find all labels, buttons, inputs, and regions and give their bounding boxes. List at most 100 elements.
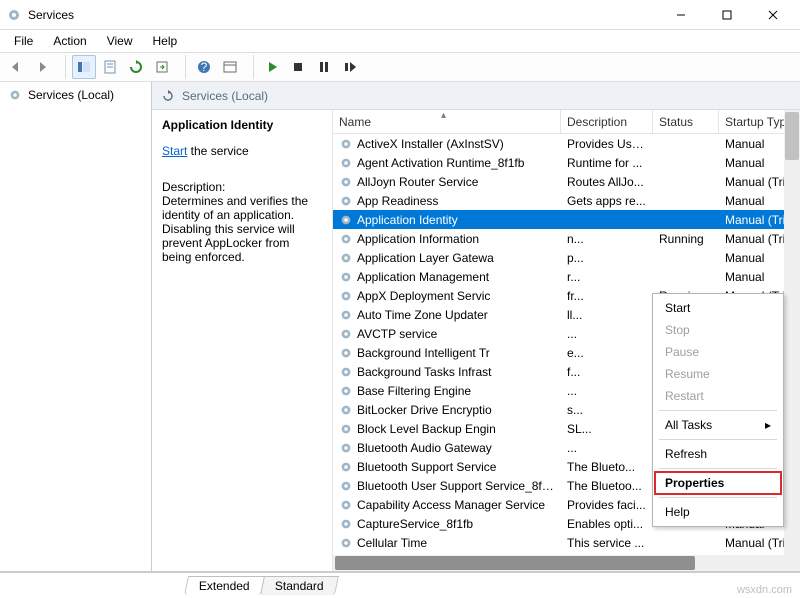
ctx-refresh[interactable]: Refresh bbox=[655, 443, 781, 465]
cell-name: BitLocker Drive Encryptio bbox=[357, 403, 492, 417]
help-button[interactable]: ? bbox=[192, 55, 216, 79]
cell-name: Capability Access Manager Service bbox=[357, 498, 545, 512]
gear-icon bbox=[339, 479, 353, 493]
table-row[interactable]: App Readiness Gets apps re... Manual bbox=[333, 191, 800, 210]
cell-description: ... bbox=[567, 327, 577, 341]
gear-icon bbox=[339, 365, 353, 379]
maximize-button[interactable] bbox=[704, 0, 750, 30]
table-row[interactable]: Application Informationn...RunningManual… bbox=[333, 229, 800, 248]
content-pane: Services (Local) Application Identity St… bbox=[152, 82, 800, 571]
scrollbar-thumb[interactable] bbox=[335, 556, 695, 570]
ctx-start[interactable]: Start bbox=[655, 297, 781, 319]
tab-standard[interactable]: Standard bbox=[260, 576, 339, 595]
menu-view[interactable]: View bbox=[99, 32, 141, 50]
table-row[interactable]: Application Layer Gatewa p... Manual bbox=[333, 248, 800, 267]
menu-help[interactable]: Help bbox=[145, 32, 186, 50]
properties-button[interactable] bbox=[98, 55, 122, 79]
gear-icon bbox=[339, 289, 353, 303]
cell-description: ll... bbox=[567, 308, 582, 322]
gear-icon bbox=[339, 441, 353, 455]
forward-button[interactable] bbox=[30, 55, 54, 79]
tree-pane: Services (Local) bbox=[0, 82, 152, 571]
tree-item-label: Services (Local) bbox=[28, 88, 114, 102]
column-header-status[interactable]: Status bbox=[653, 110, 719, 133]
back-button[interactable] bbox=[4, 55, 28, 79]
start-service-link[interactable]: Start bbox=[162, 144, 187, 158]
cell-name: Application Layer Gatewa bbox=[357, 251, 494, 265]
pause-service-button[interactable] bbox=[312, 55, 336, 79]
cell-name: Bluetooth Audio Gateway bbox=[357, 441, 492, 455]
cell-description: f... bbox=[567, 365, 580, 379]
cell-startup: Manual bbox=[725, 251, 764, 265]
cell-name: Application Information bbox=[357, 232, 479, 246]
detail-description-label: Description: bbox=[162, 180, 322, 194]
minimize-button[interactable] bbox=[658, 0, 704, 30]
cell-description: Gets apps re... bbox=[567, 194, 646, 208]
ctx-restart: Restart bbox=[655, 385, 781, 407]
gear-icon bbox=[339, 460, 353, 474]
chevron-right-icon: ▸ bbox=[765, 418, 771, 432]
table-row[interactable]: ActiveX Installer (AxInstSV)Provides Use… bbox=[333, 134, 800, 153]
tree-item-services-local[interactable]: Services (Local) bbox=[2, 86, 149, 104]
refresh-icon[interactable] bbox=[162, 90, 174, 102]
menu-bar: File Action View Help bbox=[0, 30, 800, 52]
menu-action[interactable]: Action bbox=[45, 32, 94, 50]
main-body: Services (Local) Services (Local) Applic… bbox=[0, 82, 800, 572]
ctx-help[interactable]: Help bbox=[655, 501, 781, 523]
table-row[interactable]: Agent Activation Runtime_8f1fbRuntime fo… bbox=[333, 153, 800, 172]
cell-description: ... bbox=[567, 384, 577, 398]
restart-service-button[interactable] bbox=[338, 55, 362, 79]
gear-icon bbox=[339, 536, 353, 550]
cell-description: Provides Use... bbox=[567, 137, 648, 151]
table-row[interactable]: Cellular TimeThis service ...Manual (Tri… bbox=[333, 533, 800, 552]
list-header: ▴ Name Description Status Startup Type bbox=[333, 110, 800, 134]
content-header-label: Services (Local) bbox=[182, 89, 268, 103]
gear-icon bbox=[339, 156, 353, 170]
cell-startup: Manual bbox=[725, 156, 764, 170]
export-button[interactable] bbox=[150, 55, 174, 79]
gear-icon bbox=[339, 498, 353, 512]
column-header-name[interactable]: Name bbox=[333, 110, 561, 133]
tab-extended[interactable]: Extended bbox=[184, 576, 265, 595]
cell-name: App Readiness bbox=[357, 194, 438, 208]
column-header-description[interactable]: Description bbox=[561, 110, 653, 133]
table-row[interactable]: AllJoyn Router ServiceRoutes AllJo...Man… bbox=[333, 172, 800, 191]
cell-description: r... bbox=[567, 270, 580, 284]
table-row[interactable]: Application IdentityManual (Trig bbox=[333, 210, 800, 229]
close-button[interactable] bbox=[750, 0, 796, 30]
cell-name: Bluetooth User Support Service_8f1fb bbox=[357, 479, 555, 493]
refresh-button[interactable] bbox=[124, 55, 148, 79]
stop-service-button[interactable] bbox=[286, 55, 310, 79]
cell-startup: Manual bbox=[725, 194, 764, 208]
table-row[interactable]: Application Managementr...Manual bbox=[333, 267, 800, 286]
gear-icon bbox=[339, 308, 353, 322]
horizontal-scrollbar[interactable] bbox=[333, 555, 800, 571]
ctx-all-tasks-label: All Tasks bbox=[665, 418, 712, 432]
cell-startup: Manual bbox=[725, 137, 764, 151]
gear-icon bbox=[339, 175, 353, 189]
scrollbar-thumb[interactable] bbox=[785, 112, 799, 160]
start-service-button[interactable] bbox=[260, 55, 284, 79]
ctx-all-tasks[interactable]: All Tasks ▸ bbox=[655, 414, 781, 436]
cell-description: Provides faci... bbox=[567, 498, 646, 512]
start-suffix: the service bbox=[187, 144, 248, 158]
ctx-resume: Resume bbox=[655, 363, 781, 385]
cell-name: Application Management bbox=[357, 270, 489, 284]
cell-name: Background Intelligent Tr bbox=[357, 346, 490, 360]
gear-icon bbox=[8, 88, 22, 102]
show-hide-tree-button[interactable] bbox=[72, 55, 96, 79]
cell-description: p... bbox=[567, 251, 584, 265]
gear-icon bbox=[339, 232, 353, 246]
ctx-separator bbox=[659, 497, 777, 498]
gear-icon bbox=[339, 137, 353, 151]
gear-icon bbox=[339, 327, 353, 341]
toolbar: ? bbox=[0, 52, 800, 82]
ctx-properties[interactable]: Properties bbox=[655, 472, 781, 494]
calendar-button[interactable] bbox=[218, 55, 242, 79]
menu-file[interactable]: File bbox=[6, 32, 41, 50]
vertical-scrollbar[interactable] bbox=[784, 110, 800, 571]
detail-title: Application Identity bbox=[162, 118, 322, 132]
cell-description: Routes AllJo... bbox=[567, 175, 644, 189]
cell-startup: Manual (Trig bbox=[725, 175, 792, 189]
cell-name: Cellular Time bbox=[357, 536, 427, 550]
